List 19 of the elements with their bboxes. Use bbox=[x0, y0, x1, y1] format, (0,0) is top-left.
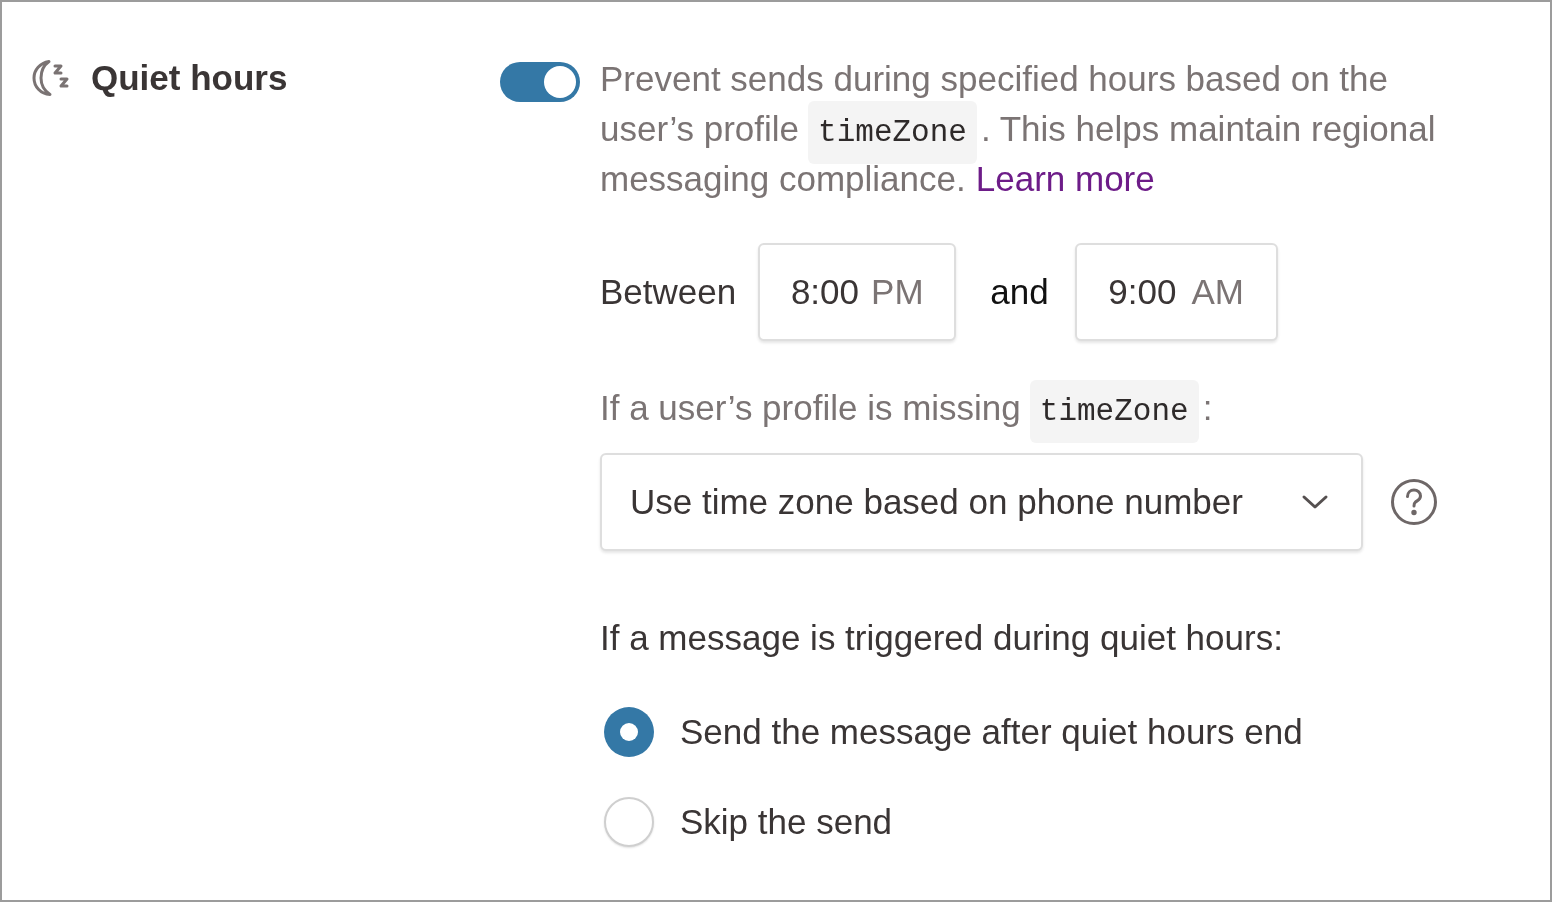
time-field[interactable]: 8:00 PM bbox=[758, 243, 957, 341]
toggle-switch[interactable] bbox=[500, 62, 580, 102]
chevron-down-icon bbox=[1301, 494, 1329, 510]
option-label: Send the message after quiet hours end bbox=[680, 710, 1303, 753]
time-range-label: Between bbox=[600, 270, 737, 313]
code-snippet: timeZone bbox=[808, 101, 977, 164]
time-field[interactable]: 9:00 AM bbox=[1074, 243, 1278, 341]
radio-button[interactable] bbox=[604, 707, 654, 757]
description-text: Prevent sends during specified hours based on the user’s profile timeZone . This helps maintain regional messaging compliance. Learn more bbox=[600, 58, 1437, 200]
time-zone-select[interactable]: Use time zone based on phone number bbox=[600, 453, 1363, 551]
trigger-prompt: If a message is triggered during quiet hours: bbox=[600, 617, 1284, 659]
moon-sleep-icon bbox=[32, 59, 70, 97]
learn-more-link[interactable]: Learn more bbox=[975, 159, 1155, 198]
help-icon[interactable] bbox=[1391, 479, 1437, 525]
time-range-joiner: and bbox=[990, 270, 1049, 313]
radio-button[interactable] bbox=[604, 797, 654, 847]
code-snippet: timeZone bbox=[1029, 380, 1199, 443]
section-title: Quiet hours bbox=[91, 57, 288, 99]
option-label: Skip the send bbox=[680, 800, 893, 843]
